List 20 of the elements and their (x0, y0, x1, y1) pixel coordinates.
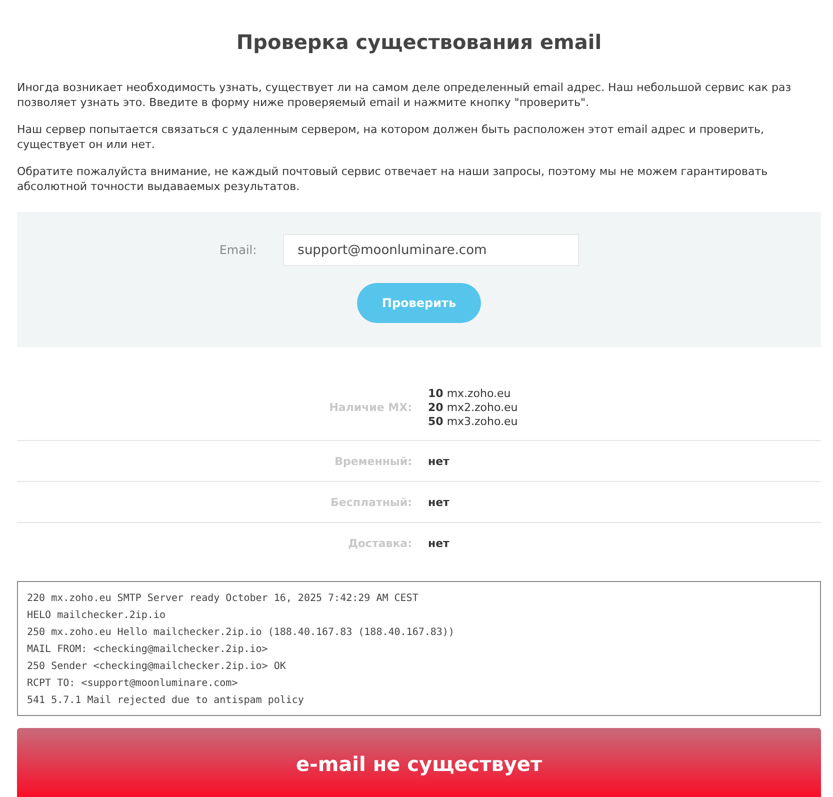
log-line: 250 mx.zoho.eu Hello mailchecker.2ip.io (188.40.167.83 (188.40.167.83)) (27, 626, 456, 640)
result-banner: e-mail не существует (17, 728, 821, 797)
mx-record: 10 mx.zoho.eu (428, 387, 512, 400)
email-input[interactable]: support@moonluminare.com (282, 234, 579, 266)
log-line: 220 mx.zoho.eu SMTP Server ready October 16, 2025 7:42:29 AM CEST (27, 592, 420, 606)
page-title: Проверка существования email (235, 30, 603, 54)
log-line: HELO mailchecker.2ip.io (27, 609, 166, 623)
mx-record: 20 mx2.zoho.eu (428, 401, 519, 414)
email-label: Email: (219, 243, 257, 257)
description-paragraph: Обратите пожалуйста внимание, не каждый почтовый сервис отвечает на наши запросы, поэтому мы не можем гарантировать абсолютной точности выдаваемых результатов. (17, 164, 769, 194)
result-value: нет (428, 454, 450, 468)
result-value: нет (428, 496, 450, 508)
mx-record: 50 mx3.zoho.eu (428, 415, 519, 428)
description-paragraph: Иногда возникает необходимость узнать, существует ли на самом деле определенный email адрес. Наш небольшой сервис как раз позволяет узнать это. Введите в форму ниже проверяемый email и нажмите кнопку "проверить". (17, 80, 792, 110)
log-line: MAIL FROM: <checking@mailchecker.2ip.io> (27, 643, 269, 657)
description-paragraph: Наш сервер попытается связаться с удаленным сервером, на котором должен быть расположен этот email адрес и проверить, существует он или нет. (17, 122, 766, 152)
log-line: RCPT TO: <support@moonluminare.com> (27, 677, 239, 691)
result-value: нет (428, 536, 450, 550)
log-line: 541 5.7.1 Mail rejected due to antispam policy (27, 694, 305, 708)
log-line: 250 Sender <checking@mailchecker.2ip.io> OK (27, 660, 287, 674)
